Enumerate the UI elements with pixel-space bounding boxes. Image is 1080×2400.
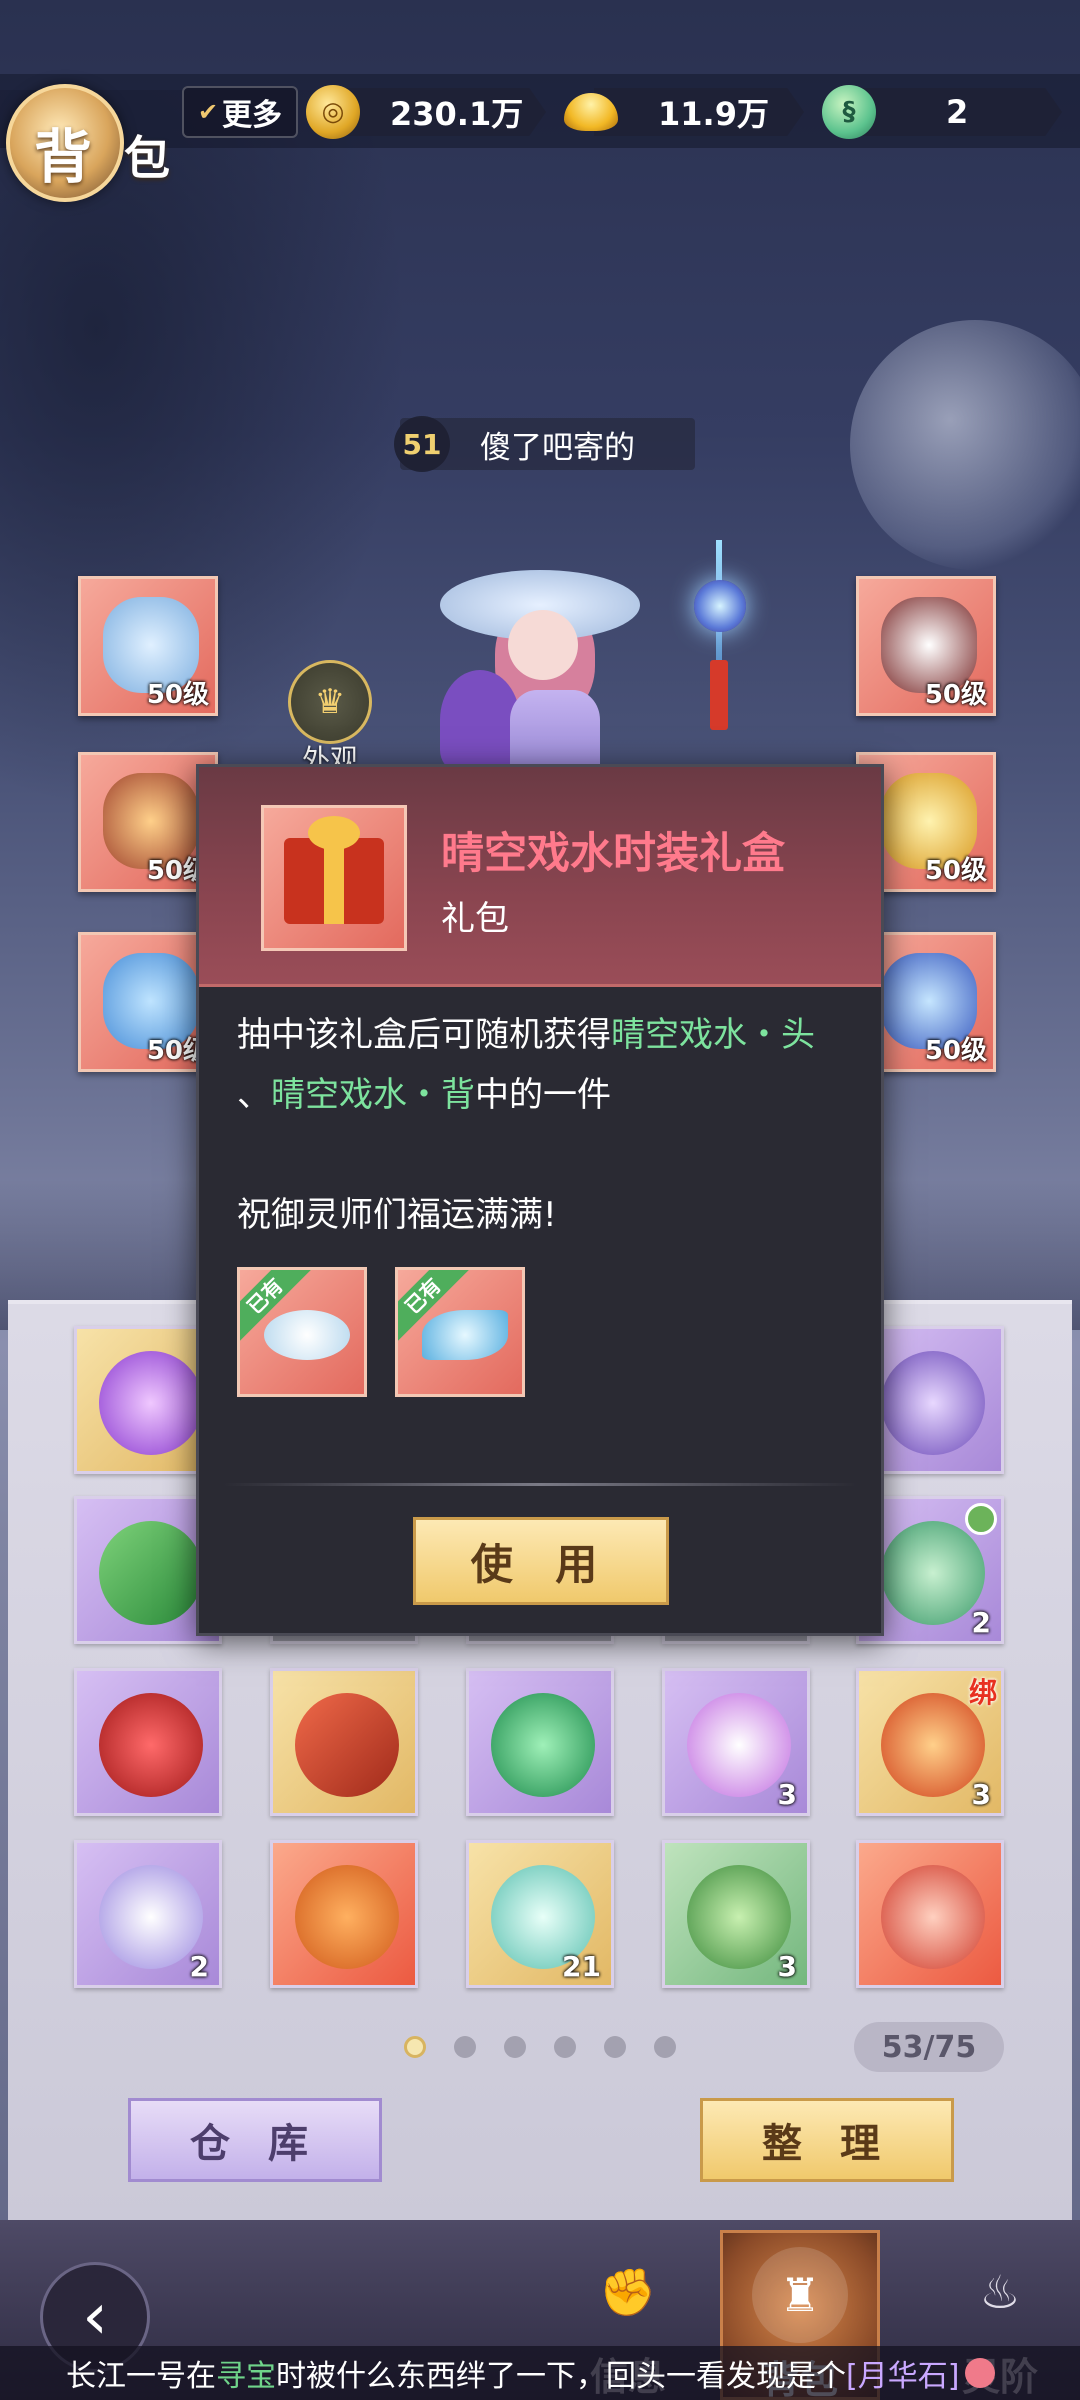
- item-count: 3: [777, 1778, 797, 1811]
- back-arrow-icon: ‹: [82, 2280, 108, 2354]
- more-button[interactable]: ✔ 更多: [182, 86, 298, 138]
- item-count: 2: [971, 1606, 991, 1639]
- sun-hat-icon: [264, 1310, 350, 1360]
- page-dot[interactable]: [504, 2036, 526, 2058]
- appearance-button[interactable]: ♛ 外观: [282, 660, 378, 776]
- currency-gold[interactable]: 11.9万: [564, 84, 804, 140]
- modal-title: 晴空戏水时装礼盒: [441, 829, 785, 879]
- currency-jade[interactable]: § 2: [822, 84, 1062, 140]
- page-title-second: 包: [124, 131, 170, 185]
- bag-slot[interactable]: [856, 1840, 1004, 1988]
- currency-gold-value: 11.9万: [658, 95, 769, 133]
- page-indicator: [404, 2036, 704, 2060]
- reward-item-hat[interactable]: 已有: [237, 1267, 367, 1397]
- gem-icon: [687, 1693, 791, 1797]
- page-dot[interactable]: [604, 2036, 626, 2058]
- desc-item-back: 晴空戏水・背: [271, 1075, 475, 1115]
- bag-slot[interactable]: [466, 1668, 614, 1816]
- world-ticker: 长江一号在 寻宝 时被什么东西绊了一下，回头一看发现是个 [月华石]: [0, 2346, 1080, 2400]
- character-nametag: 51 傻了吧寄的: [394, 416, 695, 472]
- modal-blessing: 祝御灵师们福运满满!: [237, 1195, 557, 1235]
- sort-button[interactable]: 整 理: [700, 2098, 954, 2182]
- bag-slot[interactable]: [270, 1840, 418, 1988]
- ticker-place: 寻宝: [216, 2359, 276, 2394]
- game-screen: 背 包 ✔ 更多 ◎ 230.1万 11.9万 § 2 51 傻了吧寄的 ♛ 外…: [0, 0, 1080, 2400]
- jade-dragon-icon: §: [822, 85, 876, 139]
- gold-ingot-icon: [564, 85, 618, 139]
- rose-icon: [99, 1693, 203, 1797]
- page-dot[interactable]: [654, 2036, 676, 2058]
- potion-bottle-icon: [881, 1521, 985, 1625]
- feather-wing-icon: [422, 1310, 508, 1360]
- item-count: 3: [971, 1778, 991, 1811]
- item-count: 21: [562, 1950, 601, 1983]
- character-name: 傻了吧寄的: [480, 429, 635, 466]
- bag-slot[interactable]: 3绑: [856, 1668, 1004, 1816]
- taiji-book-icon: [295, 1693, 399, 1797]
- currency-copper[interactable]: ◎ 230.1万: [306, 84, 546, 140]
- bag-slot[interactable]: 21: [466, 1840, 614, 1988]
- flame-icon: ♨: [979, 2265, 1021, 2319]
- green-orb-icon: [491, 1693, 595, 1797]
- copper-coin-icon: ◎: [306, 85, 360, 139]
- bag-slot[interactable]: [74, 1668, 222, 1816]
- bag-icon: ♜: [752, 2247, 848, 2343]
- currency-copper-value: 230.1万: [390, 95, 524, 133]
- ticker-item-link[interactable]: [月华石]: [846, 2351, 959, 2395]
- equip-slot-weapon[interactable]: 50级: [78, 576, 218, 716]
- bound-badge: 绑: [968, 1676, 997, 1709]
- ticker-player: 长江一号在: [66, 2359, 216, 2394]
- modal-divider: [223, 1483, 857, 1486]
- equip-slot-robe[interactable]: 50级: [856, 576, 996, 716]
- page-dot[interactable]: [554, 2036, 576, 2058]
- chevron-down-icon: ✔: [197, 98, 219, 126]
- sachet-icon: [881, 1351, 985, 1455]
- modal-item-type: 礼包: [441, 899, 509, 939]
- item-detail-modal: 晴空戏水时装礼盒 礼包 抽中该礼盒后可随机获得晴空戏水・头 、晴空戏水・背中的一件…: [196, 764, 884, 1636]
- jade-orb-icon: [687, 1865, 791, 1969]
- page-title-first: 背: [34, 123, 93, 191]
- bag-slot[interactable]: 2: [74, 1840, 222, 1988]
- gift-card-icon: [99, 1521, 203, 1625]
- red-crystal-icon: [881, 1865, 985, 1969]
- bag-slot[interactable]: 3: [662, 1668, 810, 1816]
- heart-emoji-icon: [965, 2358, 996, 2388]
- page-title: 背 包: [6, 84, 170, 204]
- staff-weapon-model: [690, 540, 750, 730]
- bag-slot[interactable]: 3: [662, 1840, 810, 1988]
- bag-capacity: 53/75: [854, 2022, 1004, 2072]
- character-model[interactable]: [440, 560, 640, 790]
- reward-item-wing[interactable]: 已有: [395, 1267, 525, 1397]
- character-level: 51: [394, 416, 450, 472]
- crystal-ball-icon: [99, 1351, 203, 1455]
- lotus-icon: [99, 1865, 203, 1969]
- use-button[interactable]: 使 用: [413, 1517, 669, 1605]
- wardrobe-icon: ♛: [288, 660, 372, 744]
- more-label: 更多: [222, 98, 283, 133]
- item-count: 3: [777, 1950, 797, 1983]
- gift-box-icon: [261, 805, 407, 951]
- item-count: 2: [189, 1950, 209, 1983]
- bag-slot[interactable]: [270, 1668, 418, 1816]
- modal-header: 晴空戏水时装礼盒 礼包: [199, 767, 881, 987]
- page-dot[interactable]: [404, 2036, 426, 2058]
- currency-jade-value: 2: [946, 93, 969, 131]
- clock-icon: [965, 1503, 997, 1535]
- modal-description: 抽中该礼盒后可随机获得晴空戏水・头 、晴空戏水・背中的一件: [237, 1015, 815, 1115]
- ticker-message: 时被什么东西绊了一下，回头一看发现是个: [276, 2359, 846, 2394]
- warehouse-button[interactable]: 仓 库: [128, 2098, 382, 2182]
- beast-orb-icon: [295, 1865, 399, 1969]
- fist-icon: ✊: [599, 2264, 657, 2319]
- moon-backdrop: [850, 320, 1080, 570]
- page-dot[interactable]: [454, 2036, 476, 2058]
- desc-item-head: 晴空戏水・头: [611, 1015, 815, 1055]
- bag-title-emblem: 背: [6, 84, 124, 202]
